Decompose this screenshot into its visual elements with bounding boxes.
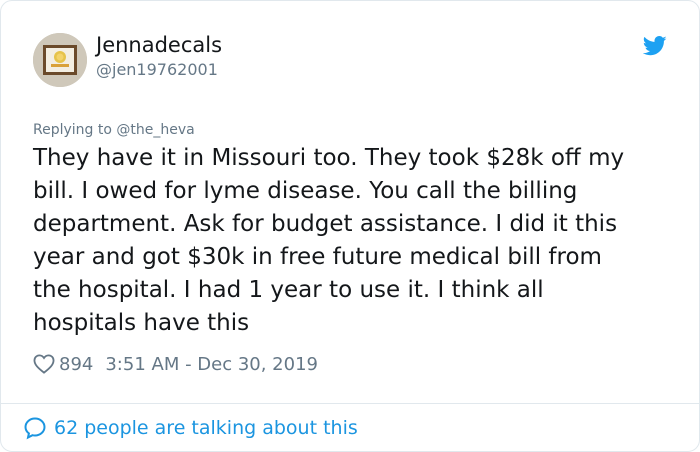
like-button[interactable]: 894 xyxy=(33,354,105,375)
heart-icon xyxy=(33,354,55,374)
framed-decal-avatar-icon xyxy=(33,33,87,87)
tweet-card: Jennadecals @jen19762001 Replying to @th… xyxy=(0,0,700,452)
author-display-name[interactable]: Jennadecals xyxy=(96,33,222,58)
like-count: 894 xyxy=(59,353,94,375)
speech-bubble-icon xyxy=(24,417,46,440)
reply-prefix: Replying to xyxy=(33,122,112,138)
reply-context: Replying to @the_heva xyxy=(33,121,195,139)
conversation-link[interactable]: 62 people are talking about this xyxy=(23,415,358,441)
twitter-bird-icon[interactable] xyxy=(642,35,667,57)
tweet-timestamp[interactable]: 3:51 AM - Dec 30, 2019 xyxy=(105,354,318,375)
avatar[interactable] xyxy=(33,33,87,87)
divider xyxy=(1,403,699,404)
author-handle[interactable]: @jen19762001 xyxy=(96,60,222,80)
tweet-text: They have it in Missouri too. They took … xyxy=(33,145,625,336)
tweet-meta: 894 3:51 AM - Dec 30, 2019 xyxy=(33,351,318,377)
author-info: Jennadecals @jen19762001 xyxy=(96,33,222,80)
reply-mention-link[interactable]: @the_heva xyxy=(116,122,194,138)
talking-label: 62 people are talking about this xyxy=(54,417,358,439)
